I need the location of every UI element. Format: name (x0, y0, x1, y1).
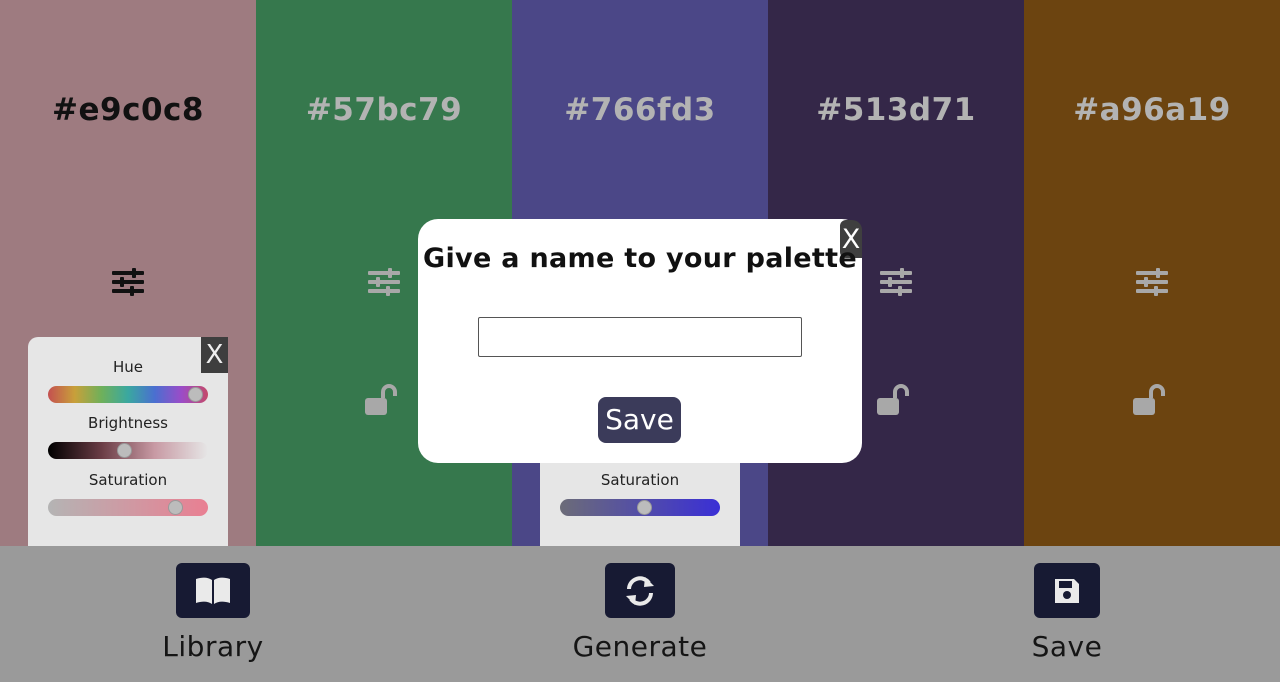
modal-title: Give a name to your palette (423, 243, 857, 274)
save-modal-overlay: X Give a name to your palette Save (0, 0, 1280, 682)
modal-save-button[interactable]: Save (598, 397, 681, 443)
palette-name-input[interactable] (478, 317, 802, 357)
save-palette-modal: X Give a name to your palette Save (418, 219, 862, 463)
